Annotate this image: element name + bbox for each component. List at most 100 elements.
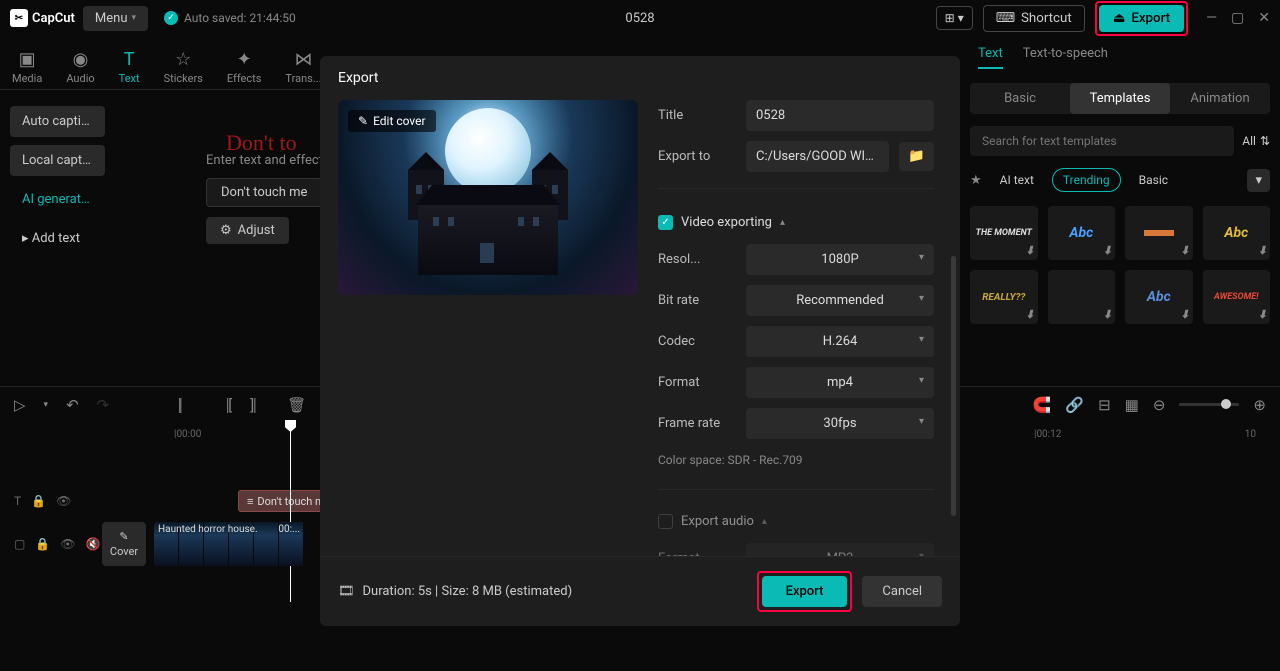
undo-button[interactable]: ↶ <box>66 396 79 414</box>
collapse-icon: ▴ <box>762 516 767 527</box>
tab-stickers[interactable]: ☆Stickers <box>152 45 215 89</box>
right-tab-tts[interactable]: Text-to-speech <box>1023 46 1108 69</box>
check-icon: ✓ <box>164 11 178 25</box>
export-info: 🎞 Duration: 5s | Size: 8 MB (estimated) <box>338 584 572 599</box>
filter-basic[interactable]: Basic <box>1129 169 1178 191</box>
transitions-icon: ⋈ <box>294 49 312 70</box>
mute-icon[interactable]: 🔇 <box>86 537 101 551</box>
bitrate-label: Bit rate <box>658 293 736 308</box>
cancel-button[interactable]: Cancel <box>862 576 942 607</box>
video-export-checkbox[interactable]: ✓ <box>658 215 673 230</box>
select-tool[interactable]: ▷ <box>14 396 26 414</box>
split-right-tool[interactable]: ]⎸ <box>250 396 269 414</box>
right-tab-text[interactable]: Text <box>978 46 1003 69</box>
tab-audio[interactable]: ◉Audio <box>54 45 106 89</box>
stickers-icon: ☆ <box>175 49 191 70</box>
folder-icon: 📁 <box>908 149 925 164</box>
lock-icon[interactable]: 🔒 <box>31 494 46 508</box>
link-tool[interactable]: 🔗 <box>1065 396 1084 414</box>
template-item[interactable]: Abc⬇ <box>1125 270 1193 324</box>
eye-icon[interactable]: 👁 <box>60 537 75 551</box>
template-item[interactable]: Abc⬇ <box>1203 206 1271 260</box>
zoom-out-button[interactable]: ⊖ <box>1153 396 1166 414</box>
more-filters-button[interactable]: ▾ <box>1247 169 1270 192</box>
all-filter-button[interactable]: All ⇅ <box>1242 134 1270 148</box>
download-icon: ⬇ <box>1180 308 1189 321</box>
maximize-button[interactable]: ▢ <box>1231 10 1244 26</box>
text-icon: T <box>124 49 135 70</box>
preview-tool[interactable]: ⊟ <box>1098 396 1111 414</box>
auto-captions-button[interactable]: Auto captio... <box>10 106 105 137</box>
template-item[interactable]: AWESOME!⬇ <box>1203 270 1271 324</box>
prompt-tag-1[interactable]: Don't touch me <box>206 178 322 207</box>
minimize-button[interactable]: — <box>1206 10 1217 26</box>
autosave-status: ✓ Auto saved: 21:44:50 <box>164 11 296 25</box>
pencil-icon: ✎ <box>358 114 368 128</box>
local-captions-button[interactable]: Local capti... <box>10 145 105 176</box>
tab-media[interactable]: ▣Media <box>0 45 54 89</box>
effects-icon: ✦ <box>237 49 252 70</box>
close-button[interactable]: ✕ <box>1258 10 1270 26</box>
export-confirm-button[interactable]: Export <box>762 576 848 607</box>
favorites-icon[interactable]: ★ <box>970 173 982 188</box>
subtab-basic[interactable]: Basic <box>970 83 1070 114</box>
aspect-ratio-button[interactable]: ⊞ ▾ <box>936 6 973 30</box>
export-button-top[interactable]: ⏏ Export <box>1099 5 1184 32</box>
media-icon: ▣ <box>19 49 36 70</box>
modal-scrollbar[interactable] <box>951 256 956 516</box>
resolution-select[interactable]: 1080P <box>746 244 934 275</box>
ai-generated-button[interactable]: AI generated <box>10 184 105 215</box>
template-search-input[interactable] <box>970 126 1234 156</box>
add-text-button[interactable]: ▸ Add text <box>10 223 105 254</box>
subtab-animation[interactable]: Animation <box>1170 83 1270 114</box>
delete-tool[interactable]: 🗑 <box>287 396 306 414</box>
exportto-label: Export to <box>658 149 736 164</box>
tab-effects[interactable]: ✦Effects <box>215 45 274 89</box>
redo-button[interactable]: ↷ <box>97 396 110 414</box>
video-exporting-section[interactable]: ✓ Video exporting ▴ <box>658 215 934 230</box>
export-highlight-modal: Export <box>757 571 853 612</box>
shortcut-button[interactable]: ⌨ Shortcut <box>983 5 1085 32</box>
audio-export-section[interactable]: Export audio ▴ <box>658 514 934 529</box>
tool-dropdown[interactable]: ▾ <box>44 400 49 410</box>
codec-select[interactable]: H.264 <box>746 326 934 357</box>
bitrate-select[interactable]: Recommended <box>746 285 934 316</box>
zoom-slider[interactable] <box>1179 403 1239 406</box>
template-item[interactable]: THE MOMENT⬇ <box>970 206 1038 260</box>
export-highlight: ⏏ Export <box>1095 1 1188 36</box>
template-item[interactable]: REALLY??⬇ <box>970 270 1038 324</box>
filter-ai-text[interactable]: AI text <box>990 169 1044 191</box>
exportto-path: C:/Users/GOOD WILL ... <box>746 141 889 172</box>
filter-trending[interactable]: Trending <box>1052 168 1121 192</box>
template-item[interactable]: ⬇ <box>1048 270 1116 324</box>
cover-button[interactable]: ✎Cover <box>102 522 146 566</box>
template-item[interactable]: Abc⬇ <box>1048 206 1116 260</box>
subtab-templates[interactable]: Templates <box>1070 83 1170 114</box>
audio-export-checkbox[interactable] <box>658 514 673 529</box>
menu-button[interactable]: Menu▾ <box>83 6 148 31</box>
download-icon: ⬇ <box>1258 308 1267 321</box>
download-icon: ⬇ <box>1103 308 1112 321</box>
eye-icon[interactable]: 👁 <box>56 494 71 508</box>
lock-icon[interactable]: 🔒 <box>35 537 50 551</box>
template-item[interactable]: ⬇ <box>1125 206 1193 260</box>
format-select[interactable]: mp4 <box>746 367 934 398</box>
resolution-label: Resol... <box>658 252 736 267</box>
magnet-tool[interactable]: 🧲 <box>1033 396 1052 414</box>
framerate-select[interactable]: 30fps <box>746 408 934 439</box>
export-modal: Export ✎Edit cover Title <box>320 56 960 626</box>
right-panel: Text Text-to-speech Basic Templates Anim… <box>960 36 1280 386</box>
tab-text[interactable]: TText <box>107 45 152 89</box>
audio-format-select: MP3 <box>746 543 934 556</box>
split-left-tool[interactable]: ⎹[ <box>213 396 232 414</box>
modal-title: Export <box>320 56 960 100</box>
browse-folder-button[interactable]: 📁 <box>899 142 934 171</box>
playhead[interactable] <box>290 422 291 602</box>
track-tool[interactable]: ▦ <box>1125 396 1139 414</box>
split-tool[interactable]: ⎹⎸ <box>165 396 195 414</box>
adjust-button[interactable]: ⚙Adjust <box>206 217 289 244</box>
title-input[interactable] <box>746 100 934 131</box>
video-clip[interactable]: Haunted horror house. 00:... <box>154 522 304 566</box>
edit-cover-button[interactable]: ✎Edit cover <box>348 110 436 132</box>
zoom-in-button[interactable]: ⊕ <box>1253 396 1266 414</box>
